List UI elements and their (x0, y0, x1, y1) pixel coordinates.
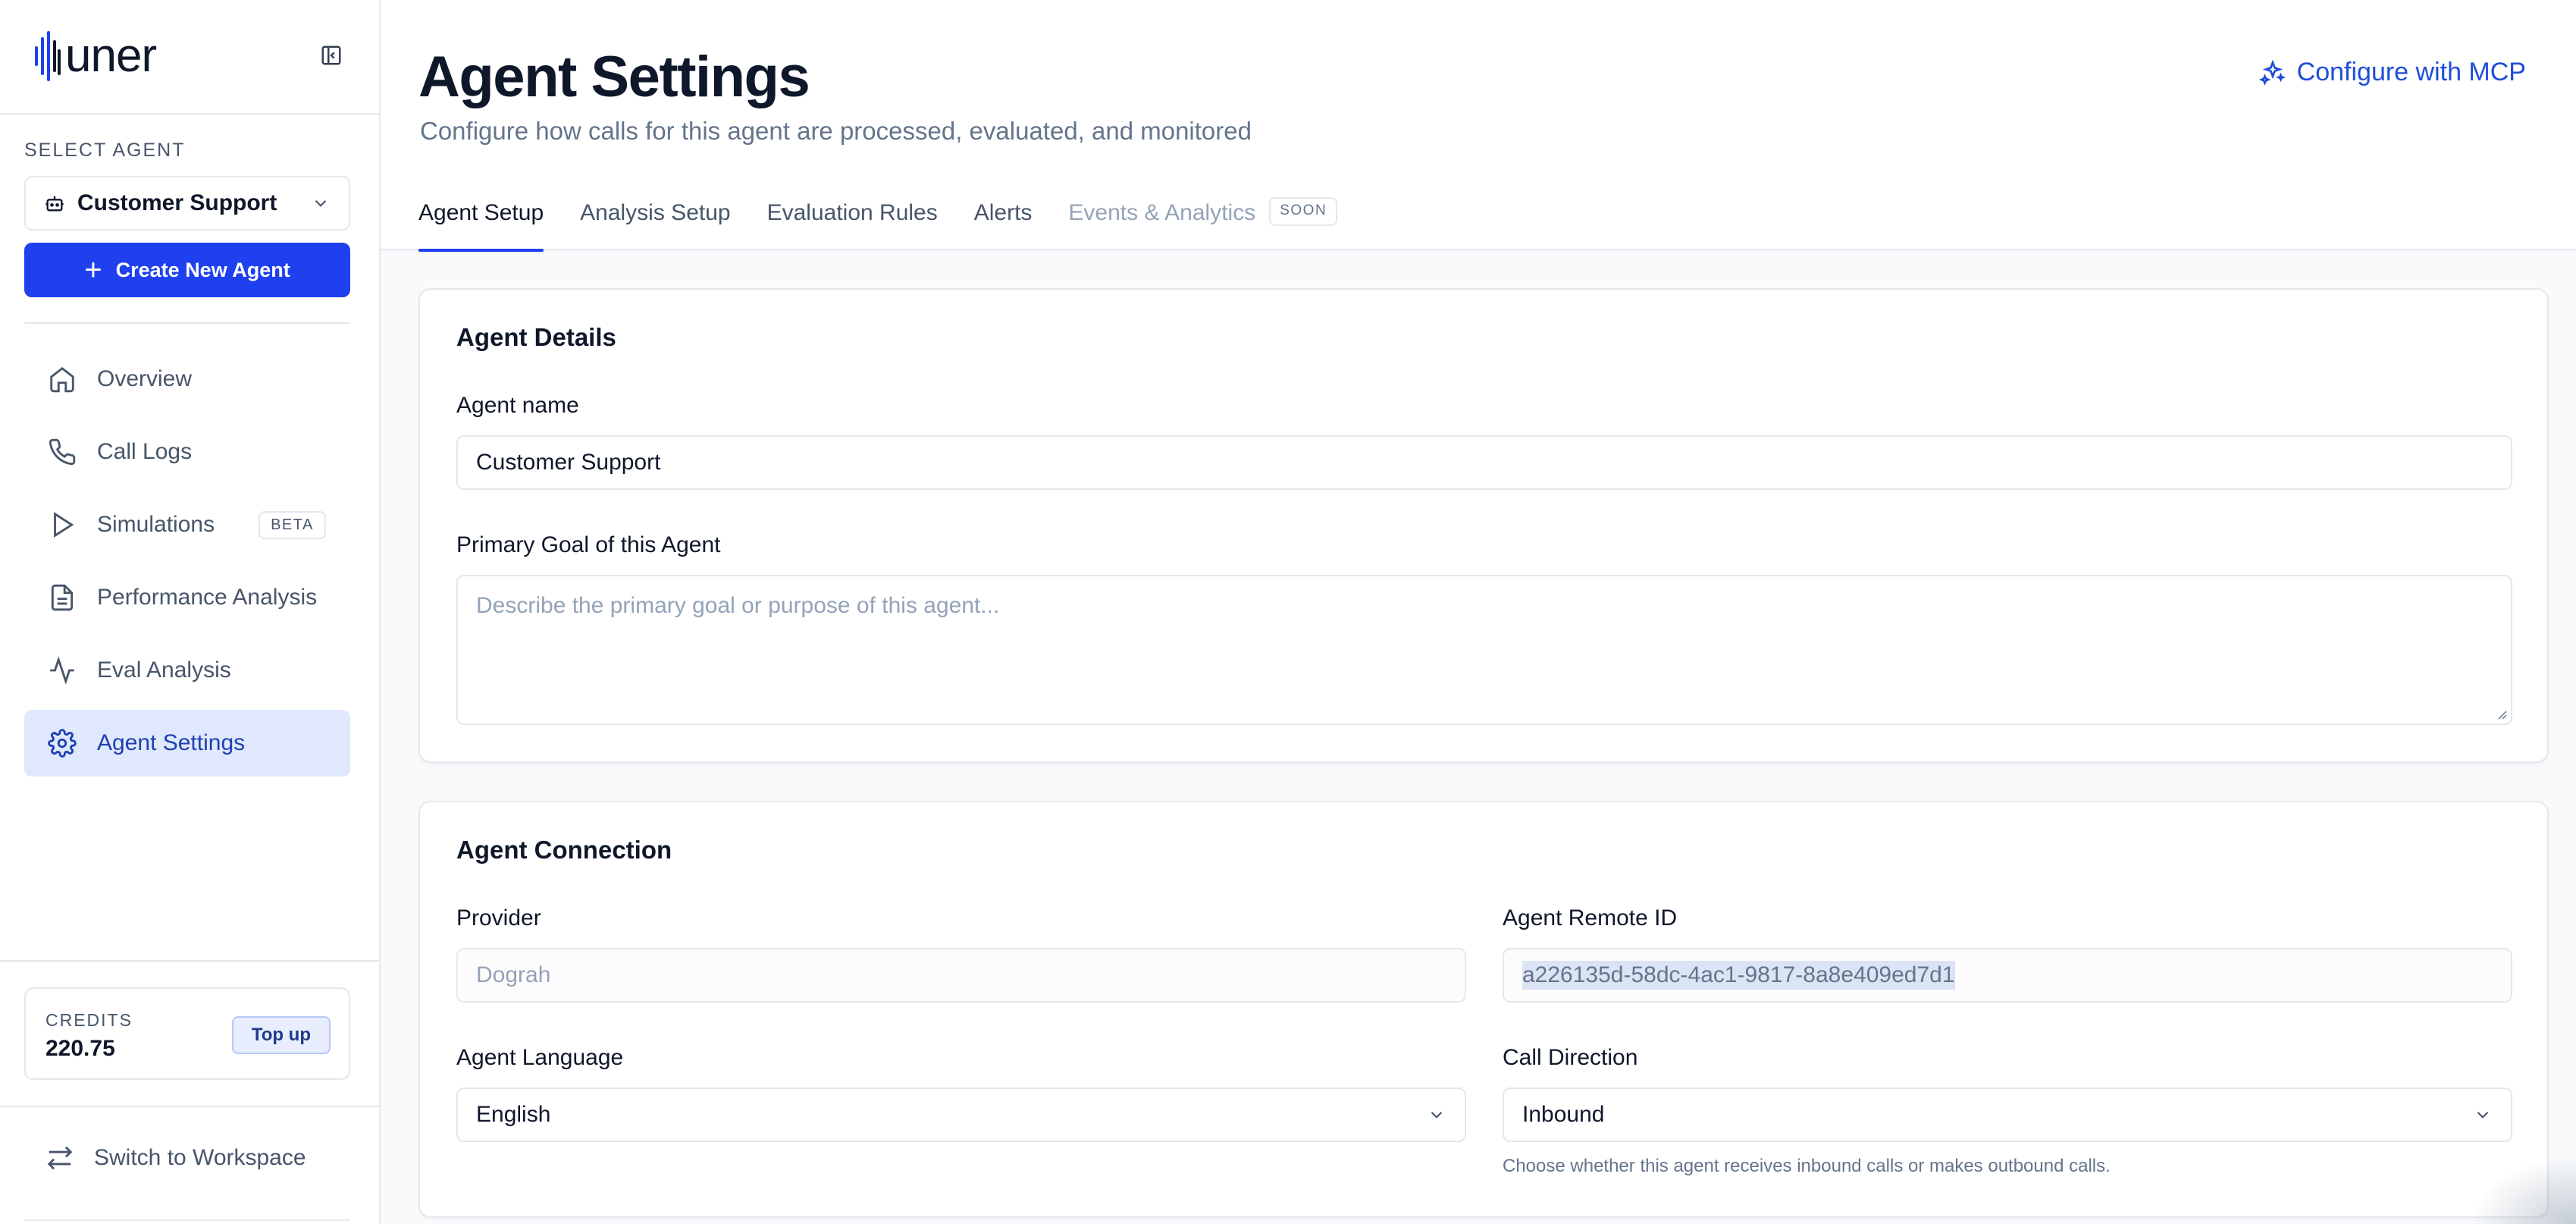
chevron-down-icon (2477, 1111, 2489, 1119)
beta-badge: BETA (259, 510, 326, 539)
agent-remote-id-value: a226135d-58dc-4ac1-9817-8a8e409ed7d1 (1522, 961, 1955, 990)
agent-language-select[interactable]: English (456, 1087, 1466, 1142)
page-header: Agent Settings Configure how calls for t… (381, 0, 2576, 252)
call-direction-helper: Choose whether this agent receives inbou… (1503, 1156, 2111, 1176)
tab-events-analytics: Events & Analytics SOON (1068, 196, 1338, 250)
phone-icon (45, 435, 79, 469)
select-agent-label: SELECT AGENT (24, 140, 186, 161)
credits-card: CREDITS 220.75 Top up (24, 987, 350, 1080)
tab-alerts[interactable]: Alerts (974, 196, 1033, 250)
tab-evaluation-rules[interactable]: Evaluation Rules (767, 196, 938, 250)
swap-arrows-icon (45, 1144, 74, 1172)
home-icon (45, 362, 79, 396)
sparkles-icon (2258, 59, 2286, 86)
sidebar-item-agent-settings[interactable]: Agent Settings (24, 710, 350, 777)
sidebar-nav: Overview Call Logs Simulations BETA Perf… (24, 346, 350, 783)
soon-badge: SOON (1269, 197, 1338, 226)
gear-icon (45, 727, 79, 760)
bot-icon (45, 196, 64, 212)
sidebar-item-label: Call Logs (97, 439, 193, 464)
logo-text: uner (65, 30, 157, 82)
sidebar: uner SELECT AGENT Customer Support + Cre… (0, 0, 381, 1224)
document-icon (45, 581, 79, 614)
play-icon (45, 508, 79, 541)
provider-input: Dograh (456, 948, 1466, 1003)
tab-analysis-setup[interactable]: Analysis Setup (580, 196, 730, 250)
divider (0, 960, 379, 962)
agent-name-label: Agent name (456, 393, 579, 418)
corner-shadow (2470, 1156, 2576, 1224)
credits-label: CREDITS (45, 1010, 133, 1030)
selected-agent-name: Customer Support (77, 190, 277, 215)
sidebar-item-overview[interactable]: Overview (24, 346, 350, 413)
switch-to-workspace-button[interactable]: Switch to Workspace (45, 1144, 306, 1172)
provider-label: Provider (456, 905, 541, 931)
configure-with-mcp-label: Configure with MCP (2296, 58, 2526, 86)
tab-bar: Agent Setup Analysis Setup Evaluation Ru… (418, 196, 1374, 252)
divider (24, 1219, 350, 1221)
activity-icon (45, 654, 79, 687)
sidebar-item-simulations[interactable]: Simulations BETA (24, 491, 350, 558)
agent-connection-title: Agent Connection (456, 836, 672, 864)
divider (0, 1106, 379, 1107)
page-subtitle: Configure how calls for this agent are p… (420, 117, 1252, 145)
resize-grip-icon[interactable] (2496, 708, 2508, 720)
divider (24, 322, 350, 324)
chevron-down-icon (315, 199, 327, 207)
agent-details-title: Agent Details (456, 323, 616, 351)
sidebar-item-label: Eval Analysis (97, 658, 231, 683)
agent-name-input[interactable]: Customer Support (456, 435, 2512, 490)
main-content: Agent Settings Configure how calls for t… (381, 0, 2576, 1224)
sidebar-item-performance-analysis[interactable]: Performance Analysis (24, 564, 350, 631)
configure-with-mcp-button[interactable]: Configure with MCP (2258, 58, 2526, 87)
call-direction-value: Inbound (1522, 1102, 1605, 1127)
brand-logo[interactable]: uner (35, 30, 157, 82)
sidebar-item-eval-analysis[interactable]: Eval Analysis (24, 637, 350, 704)
credits-value: 220.75 (45, 1036, 115, 1061)
sidebar-item-label: Simulations (97, 512, 215, 537)
agent-remote-id-input[interactable]: a226135d-58dc-4ac1-9817-8a8e409ed7d1 (1503, 948, 2512, 1003)
primary-goal-label: Primary Goal of this Agent (456, 532, 721, 557)
agent-select-dropdown[interactable]: Customer Support (24, 176, 350, 231)
agent-details-card: Agent Details Agent name Customer Suppor… (418, 288, 2549, 763)
collapse-sidebar-button[interactable] (318, 42, 344, 68)
plus-icon: + (84, 253, 102, 287)
call-direction-label: Call Direction (1503, 1045, 1638, 1070)
page-title: Agent Settings (418, 45, 810, 109)
call-direction-select[interactable]: Inbound (1503, 1087, 2512, 1142)
tab-events-analytics-label: Events & Analytics (1068, 200, 1256, 225)
agent-language-value: English (476, 1102, 551, 1127)
agent-connection-card: Agent Connection Provider Dograh Agent R… (418, 801, 2549, 1218)
primary-goal-placeholder: Describe the primary goal or purpose of … (476, 593, 1000, 618)
logo-row: uner (0, 0, 379, 115)
create-new-agent-button[interactable]: + Create New Agent (24, 243, 350, 297)
create-new-agent-label: Create New Agent (115, 258, 290, 281)
sidebar-toggle-icon (321, 46, 341, 65)
sidebar-item-label: Agent Settings (97, 730, 246, 755)
chevron-down-icon (1431, 1111, 1443, 1119)
agent-language-label: Agent Language (456, 1045, 624, 1070)
primary-goal-textarea[interactable]: Describe the primary goal or purpose of … (456, 575, 2512, 725)
sidebar-item-call-logs[interactable]: Call Logs (24, 419, 350, 485)
top-up-button[interactable]: Top up (231, 1016, 331, 1054)
agent-remote-id-label: Agent Remote ID (1503, 905, 1678, 931)
sidebar-item-label: Performance Analysis (97, 585, 318, 610)
tab-agent-setup[interactable]: Agent Setup (418, 196, 544, 252)
waveform-logo-icon (35, 31, 61, 81)
switch-to-workspace-label: Switch to Workspace (94, 1145, 306, 1170)
sidebar-item-label: Overview (97, 366, 193, 391)
